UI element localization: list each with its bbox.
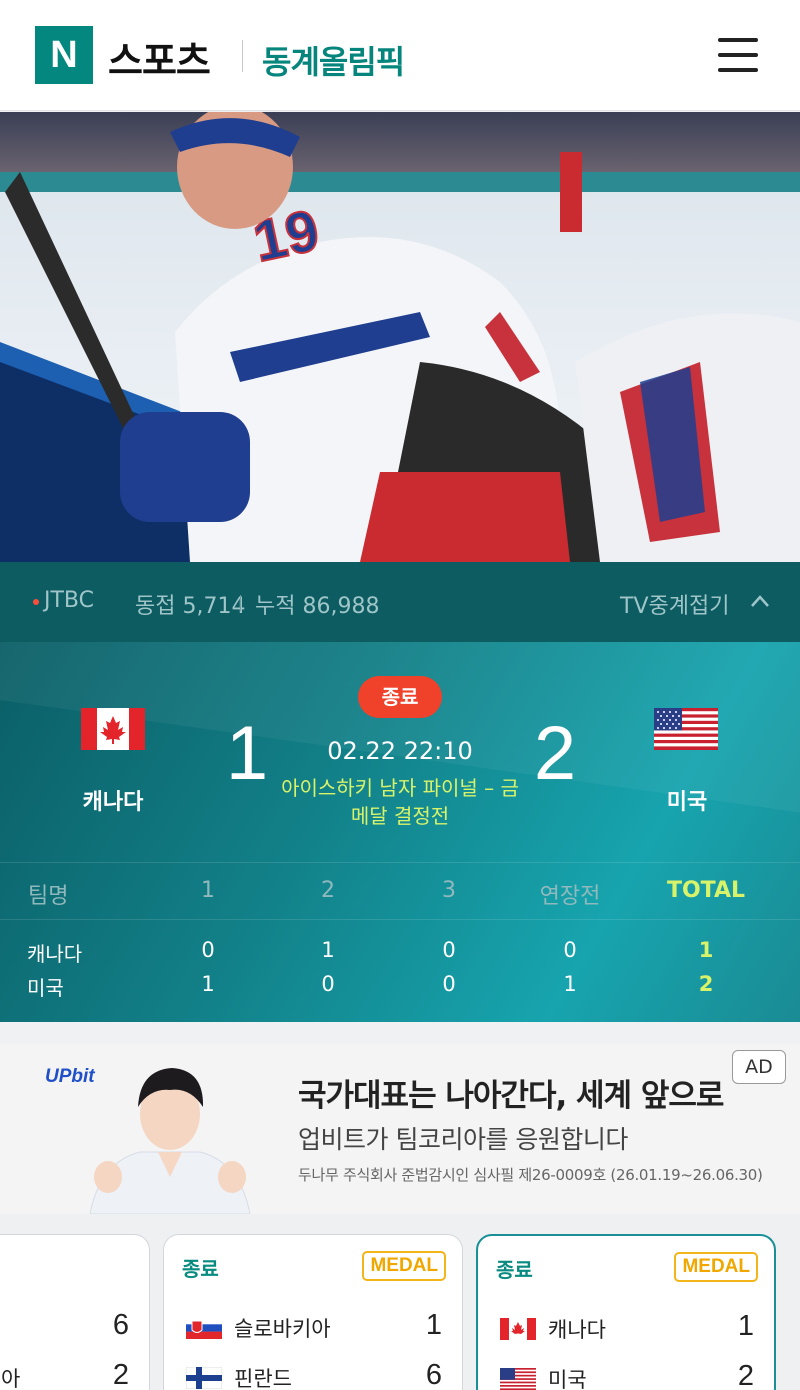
header-period-1: 1 xyxy=(201,878,215,903)
concurrent-viewers: 동접 5,714 xyxy=(135,594,246,619)
card-team-name: 아 xyxy=(1,1367,21,1390)
canada-flag-icon xyxy=(81,708,145,750)
finland-flag-icon xyxy=(186,1367,222,1389)
tv-fold-button[interactable]: TV중계접기 xyxy=(620,588,729,620)
match-card[interactable]: 6 아 2 xyxy=(0,1234,150,1390)
usa-flag-icon xyxy=(500,1368,536,1390)
match-score-panel: 캐나다 1 종료 02.22 22:10 아이스하키 남자 파이널 – 금메달 … xyxy=(0,642,800,1022)
header-total: TOTAL xyxy=(666,878,746,903)
canada-flag-icon xyxy=(500,1318,536,1340)
home-team-score: 1 xyxy=(225,711,269,796)
section-title[interactable]: 동계올림픽 xyxy=(262,37,405,83)
header-overtime: 연장전 xyxy=(539,884,601,909)
ad-headline: 국가대표는 나아간다, 세계 앞으로 xyxy=(298,1078,724,1114)
row-p1: 0 xyxy=(201,938,215,962)
header-period-2: 2 xyxy=(321,878,335,903)
card-team-score: 2 xyxy=(737,1360,754,1390)
ad-banner[interactable]: UPbit 국가대표는 나아간다, 세계 앞으로 업비트가 팀코리아를 응원합니… xyxy=(0,1044,800,1214)
page: N 스포츠 동계올림픽 19 JTBC 동접 5,714 누적 86,988 T… xyxy=(0,0,800,1390)
away-team-score: 2 xyxy=(533,711,577,796)
ad-subline: 업비트가 팀코리아를 응원합니다 xyxy=(298,1125,628,1154)
viewer-divider xyxy=(240,595,241,611)
row-p2: 1 xyxy=(321,938,335,962)
brand-title[interactable]: 스포츠 xyxy=(108,30,211,85)
row-p3: 0 xyxy=(442,972,456,996)
card-team-score: 2 xyxy=(112,1359,129,1390)
usa-flag-icon xyxy=(654,708,718,750)
card-status: 종료 xyxy=(182,1257,219,1281)
cumulative-viewers: 누적 86,988 xyxy=(255,594,380,619)
row-ot: 1 xyxy=(563,972,577,996)
row-total: 1 xyxy=(698,938,714,962)
match-card[interactable]: 종료 MEDAL 슬로바키아 1 핀란드 6 xyxy=(163,1234,463,1390)
match-game-name: 아이스하키 남자 파이널 – 금메달 결정전 xyxy=(281,776,519,828)
card-team-score: 1 xyxy=(737,1310,754,1342)
row-team: 미국 xyxy=(27,976,64,1000)
broadcast-bar: JTBC 동접 5,714 누적 86,988 TV중계접기 xyxy=(0,562,800,642)
header-team: 팀명 xyxy=(28,884,69,909)
match-datetime: 02.22 22:10 xyxy=(327,737,473,765)
medal-badge: MEDAL xyxy=(674,1252,758,1282)
match-status-badge: 종료 xyxy=(358,676,442,718)
header-period-3: 3 xyxy=(442,878,456,903)
scoreboard-row: 미국 1 0 0 1 2 xyxy=(0,972,800,1006)
scoreboard-header: 팀명 1 2 3 연장전 TOTAL xyxy=(0,863,800,919)
naver-logo[interactable]: N xyxy=(35,26,93,84)
card-team-name: 핀란드 xyxy=(234,1367,292,1390)
hamburger-menu-icon[interactable] xyxy=(710,30,766,80)
top-header: N 스포츠 동계올림픽 xyxy=(0,0,800,111)
card-team-name: 슬로바키아 xyxy=(234,1317,331,1341)
row-ot: 0 xyxy=(563,938,577,962)
card-team-score: 6 xyxy=(112,1309,129,1341)
live-dot-icon xyxy=(33,599,39,605)
ad-fine-print: 두나무 주식회사 준법감시인 심사필 제26-0009호 (26.01.19~2… xyxy=(298,1166,763,1184)
card-team-name: 미국 xyxy=(548,1368,587,1390)
channel-name: JTBC xyxy=(44,588,94,613)
row-p3: 0 xyxy=(442,938,456,962)
row-p1: 1 xyxy=(201,972,215,996)
match-card-list: 6 아 2 종료 MEDAL 슬로바키아 1 핀란드 6 종료 MEDAL 캐나… xyxy=(0,1214,800,1390)
header-divider xyxy=(242,40,243,72)
ad-model-image xyxy=(89,1068,251,1214)
chevron-up-icon[interactable] xyxy=(750,594,770,608)
slovakia-flag-icon xyxy=(186,1317,222,1339)
hockey-video-frame: 19 xyxy=(0,112,800,562)
card-team-score: 1 xyxy=(425,1309,442,1341)
ad-badge[interactable]: AD xyxy=(732,1050,786,1084)
card-team-score: 6 xyxy=(425,1359,442,1390)
away-team-name[interactable]: 미국 xyxy=(614,784,760,816)
video-player[interactable]: 19 xyxy=(0,112,800,562)
match-card-selected[interactable]: 종료 MEDAL 캐나다 1 미국 2 xyxy=(476,1234,776,1390)
scoreboard-row: 캐나다 0 1 0 0 1 xyxy=(0,938,800,972)
row-total: 2 xyxy=(698,972,714,996)
row-team: 캐나다 xyxy=(27,942,83,966)
row-p2: 0 xyxy=(321,972,335,996)
medal-badge: MEDAL xyxy=(362,1251,446,1281)
card-status: 종료 xyxy=(496,1258,533,1282)
home-team-name[interactable]: 캐나다 xyxy=(40,784,186,816)
card-team-name: 캐나다 xyxy=(548,1318,606,1342)
